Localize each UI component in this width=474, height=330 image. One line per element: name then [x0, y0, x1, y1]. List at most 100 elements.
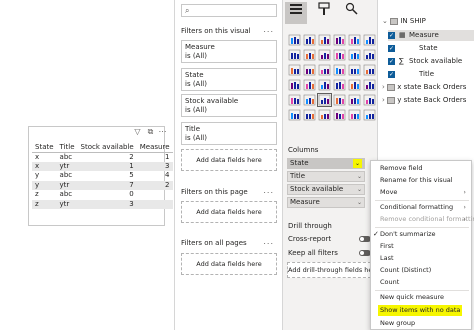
table-cell: abc — [59, 152, 73, 161]
area-chart-icon[interactable] — [303, 49, 316, 61]
table-cell: 0 — [129, 190, 134, 199]
filter-card-title[interactable]: Title is (All) — [181, 122, 277, 145]
ribbon-icon[interactable] — [363, 49, 376, 61]
table-name: x state Back Orders — [397, 83, 467, 91]
chevron-down-icon[interactable]: ⌄ — [357, 185, 362, 194]
add-all-pages-filter-dropzone[interactable]: Add data fields here — [181, 253, 277, 275]
field-item-state[interactable]: ✓ State — [388, 43, 474, 54]
field-item-title[interactable]: ✓ Title — [388, 69, 474, 80]
column-header-measure[interactable]: Measure — [136, 142, 173, 153]
matrix-icon[interactable] — [333, 94, 346, 106]
more-options-icon[interactable]: ... — [263, 237, 274, 246]
checkbox-checked-icon[interactable]: ✓ — [388, 58, 395, 65]
menu-item-show-items-with-no-data[interactable]: Show items with no data — [378, 305, 463, 316]
slicer-icon[interactable] — [303, 94, 316, 106]
checkbox-checked-icon[interactable]: ✓ — [388, 45, 395, 52]
gauge-icon[interactable] — [333, 79, 346, 91]
fields-wells-icon[interactable] — [285, 2, 307, 24]
narrative-icon[interactable] — [333, 109, 346, 121]
100-column-icon[interactable] — [363, 34, 376, 46]
well-field-measure[interactable]: Measure ⌄ — [287, 197, 365, 208]
checkbox-checked-icon[interactable]: ✓ — [388, 32, 395, 39]
menu-item-count-distinct[interactable]: Count (Distinct) — [371, 265, 471, 276]
chevron-down-icon[interactable]: ⌄ — [357, 198, 362, 207]
stacked-area-icon[interactable] — [318, 49, 331, 61]
filter-card-measure[interactable]: Measure is (All) — [181, 40, 277, 63]
table-visual[interactable]: ▽ ⧉ ⋯ State Title Stock available Measur… — [28, 126, 173, 226]
menu-item-first[interactable]: First — [371, 241, 471, 252]
r-visual-icon[interactable] — [348, 94, 361, 106]
field-item-stock-available[interactable]: ✓ ∑ Stock available — [388, 56, 474, 67]
stacked-column-icon[interactable] — [303, 34, 316, 46]
funnel-icon[interactable] — [303, 64, 316, 76]
table-icon[interactable] — [317, 93, 332, 107]
well-field-title[interactable]: Title ⌄ — [287, 171, 365, 182]
clustered-bar-icon[interactable] — [318, 34, 331, 46]
line-clustered-icon[interactable] — [348, 49, 361, 61]
well-field-stock-available[interactable]: Stock available ⌄ — [287, 184, 365, 195]
column-header-stock-available[interactable]: Stock available — [77, 142, 137, 153]
menu-divider — [375, 290, 469, 291]
qa-icon[interactable] — [318, 109, 331, 121]
donut-icon[interactable] — [348, 64, 361, 76]
drill-through-dropzone[interactable]: Add drill-through fields here — [287, 262, 371, 278]
paginated-icon[interactable] — [348, 109, 361, 121]
clustered-column-icon[interactable] — [333, 34, 346, 46]
filter-icon[interactable]: ▽ — [133, 127, 142, 136]
filter-card-stock-available[interactable]: Stock available is (All) — [181, 94, 277, 117]
menu-item-label: Don't summarize — [380, 230, 436, 238]
table-cell: x — [32, 161, 57, 172]
line-column-icon[interactable] — [333, 49, 346, 61]
line-chart-icon[interactable] — [288, 49, 301, 61]
add-visual-filter-dropzone[interactable]: Add data fields here — [181, 149, 277, 171]
menu-item-conditional-formatting[interactable]: Conditional formatting › — [371, 202, 471, 213]
menu-item-dont-summarize[interactable]: ✓ Don't summarize — [371, 229, 471, 240]
more-options-icon[interactable]: ... — [263, 186, 274, 195]
chevron-down-icon[interactable]: ⌄ — [357, 172, 362, 181]
focus-mode-icon[interactable]: ⧉ — [146, 127, 155, 136]
filter-card-state[interactable]: State is (All) — [181, 68, 277, 91]
chevron-down-icon[interactable]: ⌄ — [382, 17, 388, 25]
menu-item-new-quick-measure[interactable]: New quick measure — [371, 292, 471, 303]
table-node-y-state-back-orders[interactable]: › y state Back Orders — [382, 95, 466, 106]
map-icon[interactable] — [288, 79, 301, 91]
menu-item-new-group[interactable]: New group — [371, 318, 471, 329]
menu-item-last[interactable]: Last — [371, 253, 471, 264]
python-icon[interactable] — [363, 94, 376, 106]
chevron-down-icon[interactable]: ⌄ — [352, 159, 362, 168]
more-options-icon[interactable]: ... — [263, 25, 274, 34]
table-node-in-ship[interactable]: ⌄ IN SHIP — [382, 16, 426, 27]
shape-map-icon[interactable] — [318, 79, 331, 91]
menu-item-rename[interactable]: Rename for this visual — [371, 175, 471, 186]
decomposition-tree-icon[interactable] — [303, 109, 316, 121]
100-bar-icon[interactable] — [348, 34, 361, 46]
kpi-icon[interactable] — [288, 94, 301, 106]
multi-row-card-icon[interactable] — [363, 79, 376, 91]
arcgis-icon[interactable] — [363, 109, 376, 121]
table-node-x-state-back-orders[interactable]: › x state Back Orders — [382, 82, 466, 93]
scatter-icon[interactable] — [318, 64, 331, 76]
key-influencers-icon[interactable] — [288, 109, 301, 121]
filled-map-icon[interactable] — [303, 79, 316, 91]
stacked-bar-icon[interactable] — [288, 34, 301, 46]
checkbox-checked-icon[interactable]: ✓ — [388, 71, 395, 78]
analytics-icon[interactable] — [341, 2, 363, 24]
chevron-right-icon[interactable]: › — [382, 83, 385, 91]
field-item-measure[interactable]: ✓ ▦ Measure — [388, 30, 474, 41]
card-icon[interactable] — [348, 79, 361, 91]
well-field-state[interactable]: State ⌄ — [287, 158, 365, 169]
treemap-icon[interactable] — [363, 64, 376, 76]
waterfall-icon[interactable] — [288, 64, 301, 76]
pie-icon[interactable] — [333, 64, 346, 76]
column-header-title[interactable]: Title — [56, 142, 78, 153]
more-options-icon[interactable]: ⋯ — [158, 127, 167, 136]
menu-item-remove-field[interactable]: Remove field — [371, 163, 471, 174]
menu-item-count[interactable]: Count — [371, 277, 471, 288]
filters-search-input[interactable]: ⌕ — [181, 4, 277, 17]
menu-item-move[interactable]: Move › — [371, 187, 471, 198]
column-header-state[interactable]: State — [32, 142, 57, 153]
keep-all-filters-label: Keep all filters — [288, 249, 338, 257]
chevron-right-icon[interactable]: › — [382, 96, 385, 104]
add-page-filter-dropzone[interactable]: Add data fields here — [181, 201, 277, 223]
format-paint-icon[interactable] — [313, 2, 335, 24]
